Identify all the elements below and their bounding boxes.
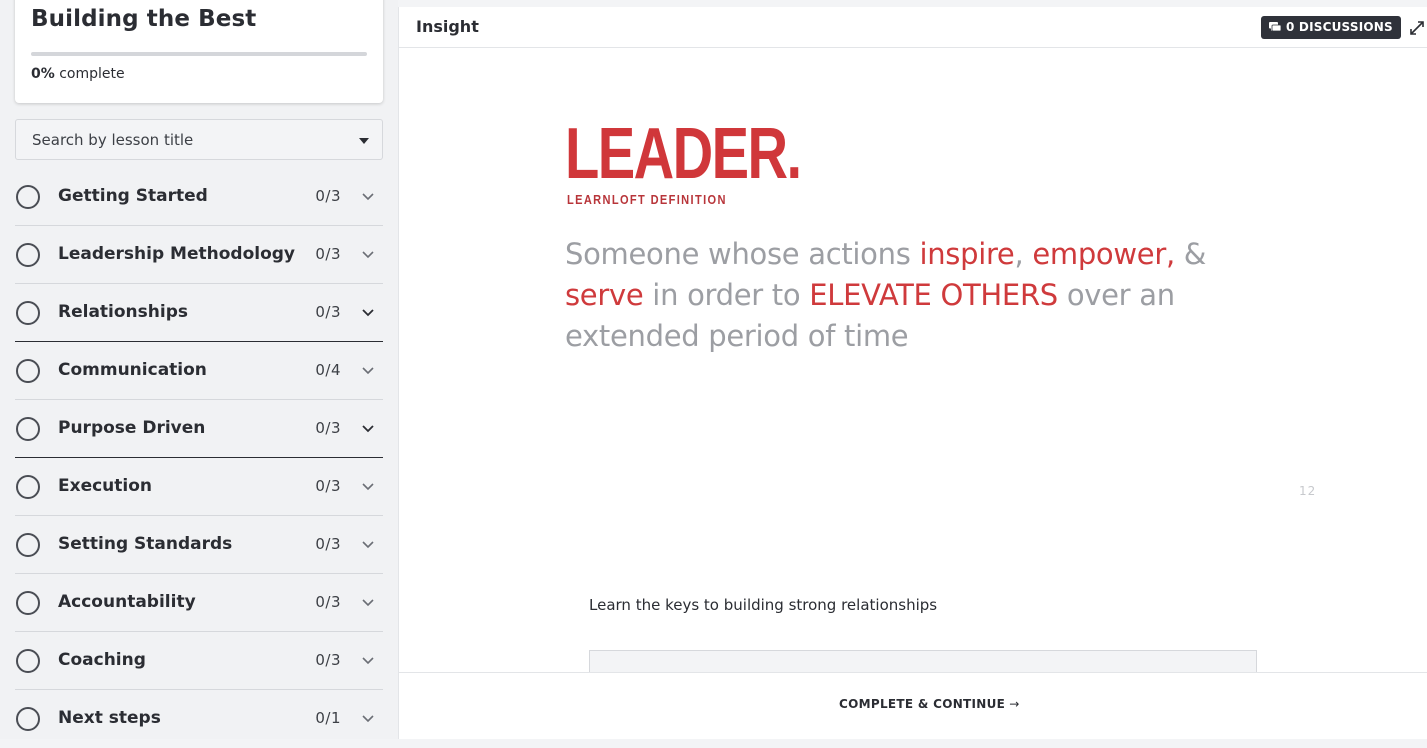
- chapter-item[interactable]: Leadership Methodology 0/3: [15, 226, 383, 284]
- lesson-type-label: Insight: [416, 17, 479, 36]
- chapter-item[interactable]: Relationships 0/3: [15, 284, 383, 342]
- incomplete-circle-icon: [16, 243, 40, 267]
- chapter-item[interactable]: Coaching 0/3: [15, 632, 383, 690]
- chevron-down-icon[interactable]: [361, 653, 375, 667]
- definition-highlight: inspire: [919, 237, 1015, 271]
- incomplete-circle-icon: [16, 533, 40, 557]
- slide-subheading: LEARNLOFT DEFINITION: [567, 192, 727, 207]
- arrow-right-icon: →: [1009, 697, 1020, 711]
- incomplete-circle-icon: [16, 649, 40, 673]
- chevron-down-icon[interactable]: [361, 363, 375, 377]
- chapter-progress-count: 0/3: [315, 419, 341, 437]
- incomplete-circle-icon: [16, 591, 40, 615]
- chapter-item[interactable]: Purpose Driven 0/3: [15, 400, 383, 458]
- lesson-topbar: Insight 0 DISCUSSIONS: [399, 7, 1427, 48]
- incomplete-circle-icon: [16, 185, 40, 209]
- chapter-item[interactable]: Accountability 0/3: [15, 574, 383, 632]
- chat-bubble-icon: [1269, 22, 1281, 32]
- chevron-down-icon[interactable]: [361, 479, 375, 493]
- chapter-progress-count: 0/3: [315, 245, 341, 263]
- chapter-progress-count: 0/3: [315, 187, 341, 205]
- chapter-list: Getting Started 0/3 Leadership Methodolo…: [15, 168, 383, 748]
- chevron-down-icon[interactable]: [361, 711, 375, 725]
- chapter-progress-count: 0/4: [315, 361, 341, 379]
- progress-bar: [31, 52, 367, 56]
- chapter-item[interactable]: Execution 0/3: [15, 458, 383, 516]
- definition-text: &: [1174, 237, 1207, 271]
- definition-text: Someone whose actions: [565, 237, 920, 271]
- chapter-progress-count: 0/3: [315, 535, 341, 553]
- course-progress-card: Building the Best 0% complete: [15, 0, 383, 103]
- slide-heading: LEADER.: [565, 114, 802, 194]
- chapter-title: Accountability: [58, 592, 196, 612]
- chapter-title: Coaching: [58, 650, 146, 670]
- progress-suffix: complete: [54, 66, 125, 82]
- complete-continue-button[interactable]: COMPLETE & CONTINUE →: [839, 697, 1020, 711]
- lesson-search-select[interactable]: Search by lesson title: [15, 119, 383, 160]
- complete-continue-label: COMPLETE & CONTINUE: [839, 697, 1006, 711]
- progress-percent: 0%: [31, 66, 55, 82]
- course-title: Building the Best: [31, 6, 257, 32]
- chevron-down-icon[interactable]: [361, 595, 375, 609]
- chevron-down-icon[interactable]: [361, 189, 375, 203]
- definition-highlight: ELEVATE OTHERS: [809, 278, 1058, 312]
- chapter-item[interactable]: Setting Standards 0/3: [15, 516, 383, 574]
- chevron-down-icon[interactable]: [361, 537, 375, 551]
- chapter-progress-count: 0/3: [315, 477, 341, 495]
- incomplete-circle-icon: [16, 417, 40, 441]
- chevron-down-icon[interactable]: [361, 247, 375, 261]
- definition-highlight: empower,: [1032, 237, 1175, 271]
- incomplete-circle-icon: [16, 475, 40, 499]
- slide-page-number: 12: [1299, 484, 1317, 498]
- lesson-panel: Insight 0 DISCUSSIONS LEADER. LEARNLOFT …: [398, 7, 1427, 739]
- slide-definition: Someone whose actions inspire, empower, …: [565, 234, 1265, 357]
- definition-text: ,: [1014, 237, 1033, 271]
- lesson-content: LEADER. LEARNLOFT DEFINITION Someone who…: [399, 48, 1427, 672]
- chapter-progress-count: 0/3: [315, 593, 341, 611]
- chapter-title: Next steps: [58, 708, 161, 728]
- caret-down-icon: [359, 138, 369, 144]
- progress-text: 0% complete: [31, 66, 125, 82]
- chapter-title: Relationships: [58, 302, 188, 322]
- discussions-label: 0 DISCUSSIONS: [1286, 20, 1393, 34]
- chapter-title: Getting Started: [58, 186, 208, 206]
- chapter-progress-count: 0/1: [315, 709, 341, 727]
- chapter-title: Leadership Methodology: [58, 244, 296, 264]
- incomplete-circle-icon: [16, 707, 40, 731]
- chapter-item[interactable]: Communication 0/4: [15, 342, 383, 400]
- chevron-down-icon[interactable]: [361, 305, 375, 319]
- chapter-item[interactable]: Getting Started 0/3: [15, 168, 383, 226]
- chapter-item[interactable]: Next steps 0/1: [15, 690, 383, 748]
- definition-highlight: serve: [565, 278, 644, 312]
- lesson-description: Learn the keys to building strong relati…: [589, 596, 938, 614]
- expand-icon[interactable]: [1408, 19, 1426, 37]
- chapter-title: Communication: [58, 360, 207, 380]
- lesson-footer: COMPLETE & CONTINUE →: [399, 672, 1427, 739]
- chapter-progress-count: 0/3: [315, 303, 341, 321]
- chevron-down-icon[interactable]: [361, 421, 375, 435]
- chapter-title: Purpose Driven: [58, 418, 206, 438]
- discussions-button[interactable]: 0 DISCUSSIONS: [1261, 16, 1401, 39]
- sidebar: Building the Best 0% complete Search by …: [0, 0, 398, 739]
- incomplete-circle-icon: [16, 301, 40, 325]
- definition-text: in order to: [643, 278, 810, 312]
- embedded-content-box[interactable]: [589, 650, 1257, 672]
- search-placeholder: Search by lesson title: [32, 131, 194, 149]
- incomplete-circle-icon: [16, 359, 40, 383]
- chapter-title: Execution: [58, 476, 153, 496]
- chapter-title: Setting Standards: [58, 534, 233, 554]
- chapter-progress-count: 0/3: [315, 651, 341, 669]
